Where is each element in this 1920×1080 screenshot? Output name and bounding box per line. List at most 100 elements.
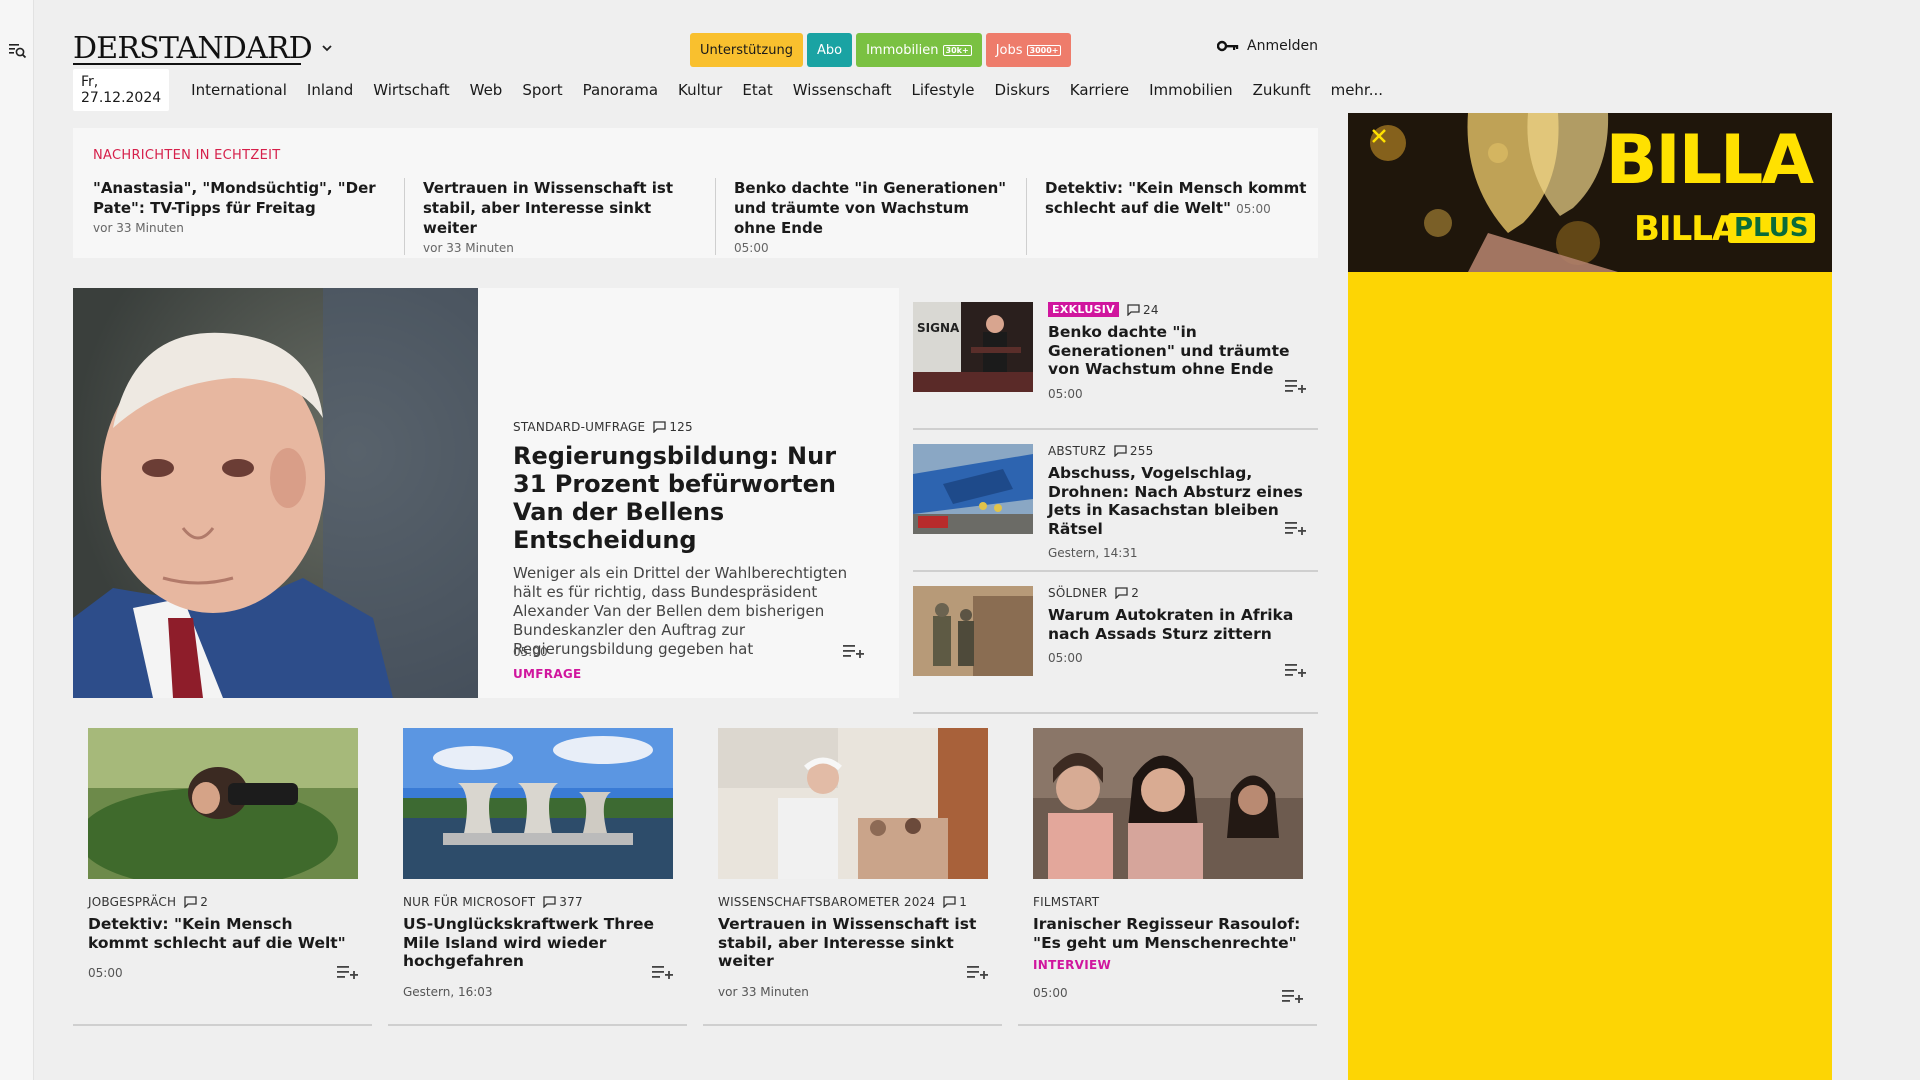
comments-link[interactable]: 125 <box>653 420 693 434</box>
story-kicker-label: WISSENSCHAFTSBAROMETER 2024 <box>718 895 936 909</box>
story-card-image[interactable] <box>1033 728 1303 879</box>
story-title[interactable]: Abschuss, Vogelschlag, Drohnen: Nach Abs… <box>1048 464 1308 538</box>
ticker-item-title[interactable]: Detektiv: "Kein Mensch kommt schlecht au… <box>1045 178 1319 219</box>
ticker-item-title[interactable]: Benko dachte "in Generationen" und träum… <box>734 178 1008 238</box>
story-kicker-label: SÖLDNER <box>1048 586 1108 600</box>
story-title[interactable]: Detektiv: "Kein Mensch kommt schlecht au… <box>88 915 358 952</box>
story-card-image[interactable] <box>718 728 988 879</box>
add-to-playlist-icon[interactable] <box>843 643 865 659</box>
support-button[interactable]: Unterstützung <box>690 33 803 67</box>
advertisement[interactable]: BILLA BILLA PLUS <box>1348 113 1832 1080</box>
nav-item-international[interactable]: International <box>181 81 297 99</box>
story-title[interactable]: Iranischer Regisseur Rasoulof: "Es geht … <box>1033 915 1303 952</box>
story-kicker-label: FILMSTART <box>1033 895 1100 909</box>
story-kicker: FILMSTART <box>1033 895 1303 909</box>
story-kicker: NUR FÜR MICROSOFT 377 <box>403 895 673 909</box>
ticker-item-title[interactable]: "Anastasia", "Mondsüchtig", "Der Pate": … <box>93 178 386 218</box>
nav-item-wirtschaft[interactable]: Wirtschaft <box>363 81 459 99</box>
nav-item-panorama[interactable]: Panorama <box>573 81 668 99</box>
story-card: JOBGESPRÄCH 2 Detektiv: "Kein Mensch kom… <box>73 728 372 1026</box>
comment-icon <box>543 896 556 908</box>
comment-icon <box>653 421 666 433</box>
site-logo[interactable]: DERSTANDARD <box>73 31 313 66</box>
comments-link[interactable]: 24 <box>1127 303 1159 317</box>
comment-count: 255 <box>1129 444 1154 458</box>
ad-brand-secondary: BILLA <box>1634 209 1738 249</box>
ticker-item[interactable]: Vertrauen in Wissenschaft ist stabil, ab… <box>404 178 715 255</box>
comments-link[interactable]: 255 <box>1114 444 1154 458</box>
story-title[interactable]: Warum Autokraten in Afrika nach Assads S… <box>1048 606 1308 643</box>
nav-item-sport[interactable]: Sport <box>512 81 572 99</box>
immobilien-button[interactable]: Immobilien 30k+ <box>856 33 982 67</box>
ticker-item[interactable]: "Anastasia", "Mondsüchtig", "Der Pate": … <box>93 178 404 255</box>
exclusive-badge: EXKLUSIV <box>1048 302 1119 317</box>
ticker-item-time: 05:00 <box>734 241 769 255</box>
story-time: Gestern, 16:03 <box>403 984 493 999</box>
add-to-playlist-icon[interactable] <box>1285 378 1307 394</box>
story-card-image[interactable] <box>88 728 358 879</box>
lead-story-kicker-label: STANDARD-UMFRAGE <box>513 420 646 434</box>
nav-item-wissenschaft[interactable]: Wissenschaft <box>783 81 902 99</box>
add-to-playlist-icon[interactable] <box>1285 662 1307 678</box>
lead-story-image[interactable] <box>73 288 478 698</box>
comment-icon <box>1115 587 1128 599</box>
add-to-playlist-icon[interactable] <box>1285 520 1307 536</box>
nav-item-diskurs[interactable]: Diskurs <box>985 81 1060 99</box>
story-kicker: WISSENSCHAFTSBAROMETER 2024 1 <box>718 895 988 909</box>
ad-banner[interactable]: BILLA BILLA PLUS <box>1348 113 1832 272</box>
lead-story-title[interactable]: Regierungsbildung: Nur 31 Prozent befürw… <box>513 442 863 554</box>
story-title[interactable]: Vertrauen in Wissenschaft ist stabil, ab… <box>718 915 988 971</box>
comment-count: 125 <box>669 420 693 434</box>
story-tag[interactable]: INTERVIEW <box>1033 958 1303 972</box>
jobs-button[interactable]: Jobs 3000+ <box>985 33 1072 67</box>
comment-icon <box>184 896 197 908</box>
nav-item-karriere[interactable]: Karriere <box>1060 81 1139 99</box>
nav-item-inland[interactable]: Inland <box>297 81 363 99</box>
story-thumbnail[interactable] <box>913 444 1033 534</box>
nav-item-more[interactable]: mehr... <box>1321 81 1393 99</box>
side-story-list: SIGNA EXKLUSIV 24 Benko dachte "in Gener… <box>913 288 1318 714</box>
add-to-playlist-icon[interactable] <box>337 964 359 980</box>
logo-underline <box>73 63 301 65</box>
nav-item-lifestyle[interactable]: Lifestyle <box>902 81 985 99</box>
lead-story-tag[interactable]: UMFRAGE <box>513 667 863 681</box>
login-label: Anmelden <box>1247 38 1318 54</box>
nav-item-immobilien[interactable]: Immobilien <box>1139 81 1243 99</box>
story-title[interactable]: US-Unglückskraftwerk Three Mile Island w… <box>403 915 673 971</box>
comment-count: 24 <box>1143 302 1159 317</box>
add-to-playlist-icon[interactable] <box>652 964 674 980</box>
story-kicker-label: ABSTURZ <box>1048 444 1106 458</box>
nav-item-web[interactable]: Web <box>460 81 513 99</box>
close-icon[interactable] <box>1370 127 1388 145</box>
left-rail <box>0 0 34 1080</box>
login-button[interactable]: Anmelden <box>1217 38 1318 54</box>
comment-icon <box>1114 445 1127 457</box>
live-ticker: NACHRICHTEN IN ECHTZEIT "Anastasia", "Mo… <box>73 128 1318 258</box>
add-to-playlist-icon[interactable] <box>1282 988 1304 1004</box>
story-title[interactable]: Benko dachte "in Generationen" und träum… <box>1048 323 1308 379</box>
nav-item-etat[interactable]: Etat <box>732 81 782 99</box>
ticker-heading: NACHRICHTEN IN ECHTZEIT <box>93 148 281 163</box>
current-date: Fr, 27.12.2024 <box>73 69 170 111</box>
story-card-image[interactable] <box>403 728 673 879</box>
ad-plus-badge: PLUS <box>1728 213 1815 243</box>
ticker-item[interactable]: Benko dachte "in Generationen" und träum… <box>715 178 1026 255</box>
ad-brand-logo: BILLA <box>1605 121 1814 200</box>
add-to-playlist-icon[interactable] <box>967 964 989 980</box>
chevron-down-icon[interactable] <box>320 41 334 55</box>
nav-item-zukunft[interactable]: Zukunft <box>1243 81 1321 99</box>
comments-link[interactable]: 2 <box>184 895 208 909</box>
ticker-item-title[interactable]: Vertrauen in Wissenschaft ist stabil, ab… <box>423 178 697 238</box>
comments-link[interactable]: 1 <box>943 895 967 909</box>
list-item: ABSTURZ 255 Abschuss, Vogelschlag, Drohn… <box>913 430 1318 572</box>
ticker-item[interactable]: Detektiv: "Kein Mensch kommt schlecht au… <box>1026 178 1337 255</box>
immobilien-label: Immobilien <box>866 42 939 58</box>
abo-button[interactable]: Abo <box>806 33 853 67</box>
story-thumbnail[interactable]: SIGNA <box>913 302 1033 392</box>
menu-search-icon[interactable] <box>8 41 28 61</box>
story-thumbnail[interactable] <box>913 586 1033 676</box>
comments-link[interactable]: 377 <box>543 895 583 909</box>
comments-link[interactable]: 2 <box>1115 586 1139 600</box>
lead-story-time: 05:00 <box>513 645 548 659</box>
nav-item-kultur[interactable]: Kultur <box>668 81 732 99</box>
